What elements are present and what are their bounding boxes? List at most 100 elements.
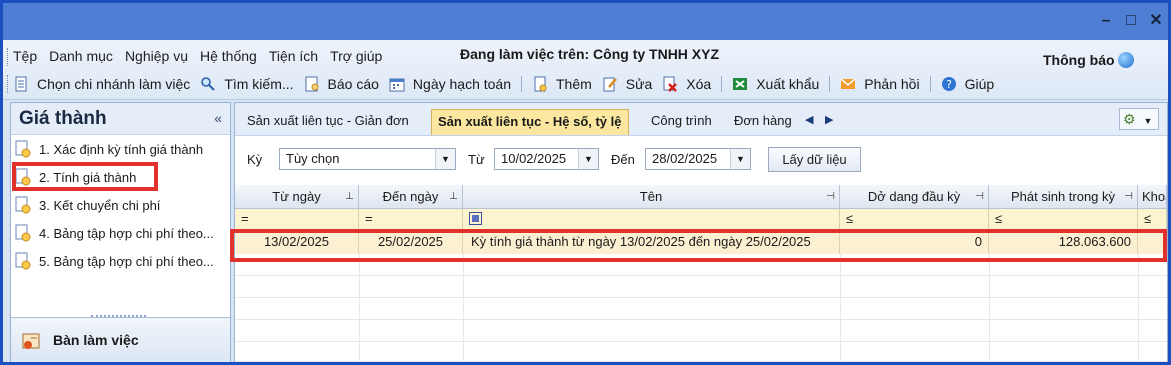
tab-strip: Sản xuất liên tục - Giản đơn Sản xuất li… [235,103,1167,136]
sidebar-item-transfer-costs[interactable]: 3. Kết chuyển chi phí [15,194,160,216]
to-date-value: 28/02/2025 [652,151,718,166]
menu-file[interactable]: Tệp [13,48,37,64]
search-icon [201,77,216,91]
column-header-to-date[interactable]: Đến ngày ⊥ [359,185,463,209]
menu-operations[interactable]: Nghiệp vụ [125,48,188,64]
feedback-button[interactable]: Phản hồi [840,76,920,92]
menu-help[interactable]: Trợ giúp [330,48,382,64]
filter-operator[interactable]: ≤ [995,211,1002,226]
workspace-label: Bàn làm việc [53,332,139,348]
period-select[interactable]: Tùy chọn ▼ [279,148,456,170]
filter-operator[interactable]: ≤ [1144,211,1151,226]
toolbar-separator [521,76,522,92]
menu-utilities[interactable]: Tiện ích [269,48,318,64]
from-date-label: Từ [468,152,485,167]
excel-icon [733,78,748,90]
cost-period-grid: Từ ngày ⊥ Đến ngày ⊥ Tên ⊣ Dở dang đầu k… [235,185,1167,362]
filter-operator[interactable]: = [365,211,373,226]
app-window: – □ ✕ Tệp Danh mục Nghiệp vụ Hệ thống Ti… [0,0,1171,365]
toolbar-grip [7,75,10,93]
filter-cell-opening-wip[interactable]: ≤ [840,209,989,230]
mail-icon [840,78,856,89]
notice-link[interactable]: Thông báo [1043,52,1134,68]
gear-icon: ⚙ [1123,111,1136,127]
maximize-button[interactable]: □ [1121,11,1141,31]
load-data-button[interactable]: Lấy dữ liệu [768,147,861,172]
help-icon: ? [941,77,956,91]
filter-operator[interactable]: ≤ [846,211,853,226]
posting-date-button[interactable]: Ngày hạch toán [389,76,511,92]
period-label: Kỳ [247,152,263,167]
to-date-label: Đến [611,152,635,167]
column-header-name[interactable]: Tên ⊣ [463,185,840,209]
pin-icon[interactable]: ⊣ [1124,185,1133,208]
tab-coefficient-ratio[interactable]: Sản xuất liên tục - Hệ số, tỷ lệ [431,109,629,135]
grid-line [989,254,990,362]
sidebar-item-define-period[interactable]: 1. Xác định kỳ tính giá thành [15,138,203,160]
filter-cell-other[interactable]: ≤ [1138,209,1167,230]
filter-cell-from-date[interactable]: = [235,209,359,230]
pin-icon[interactable]: ⊣ [826,185,835,208]
empty-row [235,342,1167,362]
filter-operator[interactable]: = [241,211,249,226]
filter-contains-icon[interactable] [469,212,482,225]
working-company-label: Đang làm việc trên: Công ty TNHH XYZ [460,46,720,62]
report-button[interactable]: Báo cáo [304,76,379,92]
column-header-label: Từ ngày [272,189,321,204]
tab-scroll-right-icon[interactable]: ▶ [825,113,833,126]
workspace-button[interactable]: Bàn làm việc [11,317,230,362]
costing-sidebar: Giá thành « 1. Xác định kỳ tính giá thàn… [10,102,231,362]
filter-cell-incurred[interactable]: ≤ [989,209,1138,230]
empty-row [235,298,1167,320]
search-button[interactable]: Tìm kiếm... [200,76,294,92]
title-bar: – □ ✕ [3,3,1168,40]
edit-button[interactable]: Sửa [602,76,652,92]
chevron-down-icon[interactable]: ▼ [578,149,598,169]
to-date-field[interactable]: 28/02/2025 ▼ [645,148,751,170]
add-document-icon [534,76,547,92]
tab-simple-continuous[interactable]: Sản xuất liên tục - Giản đơn [241,109,415,135]
toolbar-separator [929,76,931,92]
help-button[interactable]: ? Giúp [941,76,994,92]
document-icon [15,224,31,242]
period-value: Tùy chọn [286,151,340,166]
grid-line [1138,254,1139,362]
edit-icon [603,77,617,92]
menu-catalog[interactable]: Danh mục [49,48,113,64]
filter-cell-name[interactable] [463,209,840,230]
branch-button[interactable]: Chọn chi nhánh làm việc [13,76,190,92]
close-button[interactable]: ✕ [1146,11,1166,31]
sidebar-item-cost-summary-2[interactable]: 5. Bảng tập hợp chi phí theo... [15,250,214,272]
menu-toolbar-area: Tệp Danh mục Nghiệp vụ Hệ thống Tiện ích… [3,40,1168,100]
export-label: Xuất khẩu [756,76,820,92]
pin-icon[interactable]: ⊣ [975,185,984,208]
menu-system[interactable]: Hệ thống [200,48,257,64]
tab-order[interactable]: Đơn hàng [728,109,798,135]
globe-icon [1117,52,1134,68]
column-header-incurred[interactable]: Phát sinh trong kỳ ⊣ [989,185,1138,209]
from-date-field[interactable]: 10/02/2025 ▼ [494,148,599,170]
empty-row [235,276,1167,298]
tab-scroll-left-icon[interactable]: ◀ [805,113,813,126]
settings-button[interactable]: ⚙ ▼ [1119,108,1159,130]
menu-grip [7,48,10,66]
filter-cell-to-date[interactable]: = [359,209,463,230]
export-button[interactable]: Xuất khẩu [732,76,819,92]
pin-icon[interactable]: ⊥ [345,185,354,208]
tab-construction[interactable]: Công trình [645,109,718,135]
column-header-from-date[interactable]: Từ ngày ⊥ [235,185,359,209]
add-button[interactable]: Thêm [532,76,592,92]
document-icon [15,76,27,92]
delete-button[interactable]: Xóa [662,76,711,92]
chevron-down-icon[interactable]: ▼ [435,149,455,169]
minimize-button[interactable]: – [1096,11,1116,31]
column-header-opening-wip[interactable]: Dở dang đầu kỳ ⊣ [840,185,989,209]
chevron-down-icon[interactable]: ▼ [730,149,750,169]
sidebar-item-cost-summary-1[interactable]: 4. Bảng tập hợp chi phí theo... [15,222,214,244]
sidebar-item-label: 1. Xác định kỳ tính giá thành [39,141,204,157]
pin-icon[interactable]: ⊥ [449,185,458,208]
column-header-other[interactable]: Khoả [1138,185,1167,209]
search-label: Tìm kiếm... [224,76,294,92]
document-icon [15,140,31,158]
collapse-icon[interactable]: « [214,110,222,126]
